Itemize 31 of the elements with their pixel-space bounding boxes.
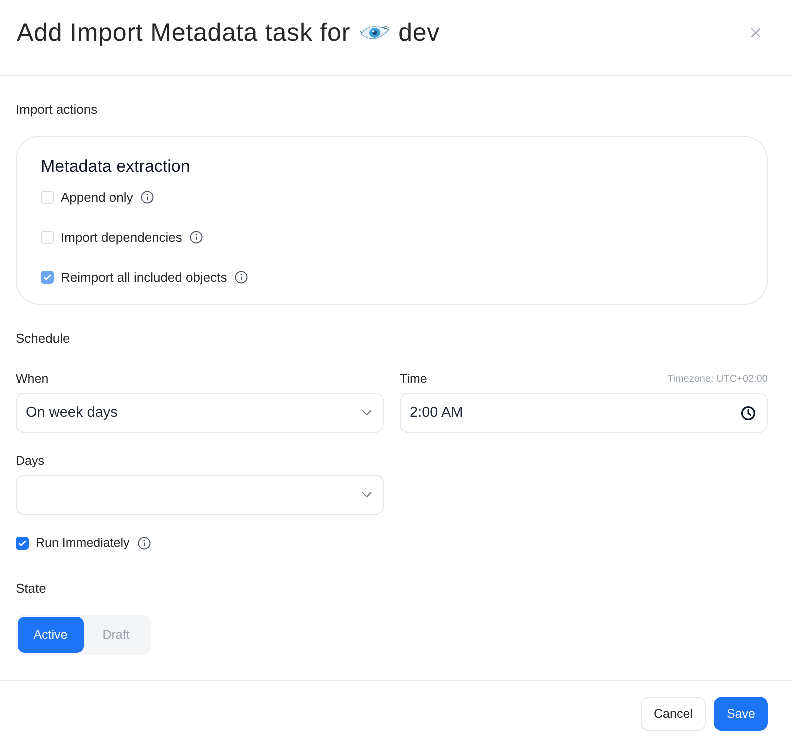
checkbox[interactable] bbox=[16, 536, 29, 550]
checkbox-label: Append only bbox=[61, 190, 134, 204]
checkbox-label: Import dependencies bbox=[61, 230, 182, 244]
card-title: Metadata extraction bbox=[41, 157, 192, 177]
field-label: When bbox=[16, 372, 49, 386]
section-heading: Import actions bbox=[16, 101, 99, 119]
info-icon[interactable] bbox=[138, 536, 151, 550]
info-icon[interactable] bbox=[141, 190, 154, 204]
time-field[interactable]: 2:00 AM bbox=[400, 393, 768, 433]
state-option[interactable]: Active bbox=[18, 617, 84, 653]
checkbox-label: Reimport all included objects bbox=[61, 270, 228, 284]
info-icon[interactable] bbox=[235, 270, 248, 284]
section-heading: State bbox=[16, 580, 48, 598]
info-icon[interactable] bbox=[190, 230, 204, 244]
section-heading: Schedule bbox=[16, 330, 72, 348]
field-label: Days bbox=[16, 454, 44, 468]
check-icon bbox=[19, 540, 26, 546]
field-label: Time bbox=[400, 372, 428, 386]
source-name: dev bbox=[398, 18, 440, 48]
close-icon[interactable] bbox=[751, 28, 761, 38]
when-select[interactable]: On week days bbox=[16, 393, 384, 433]
save-button[interactable]: Save bbox=[714, 697, 768, 731]
clock-icon bbox=[741, 406, 756, 420]
cancel-button[interactable]: Cancel bbox=[641, 697, 706, 731]
chevron-down-icon bbox=[362, 492, 372, 498]
eye-icon bbox=[360, 26, 390, 40]
check-icon bbox=[44, 274, 51, 280]
chevron-down-icon bbox=[362, 410, 372, 416]
dialog-title: Add Import Metadata task for bbox=[17, 18, 351, 48]
checkbox-label: Run Immediately bbox=[36, 536, 130, 550]
timezone-note: Timezone: UTC+02:00 bbox=[667, 374, 768, 384]
